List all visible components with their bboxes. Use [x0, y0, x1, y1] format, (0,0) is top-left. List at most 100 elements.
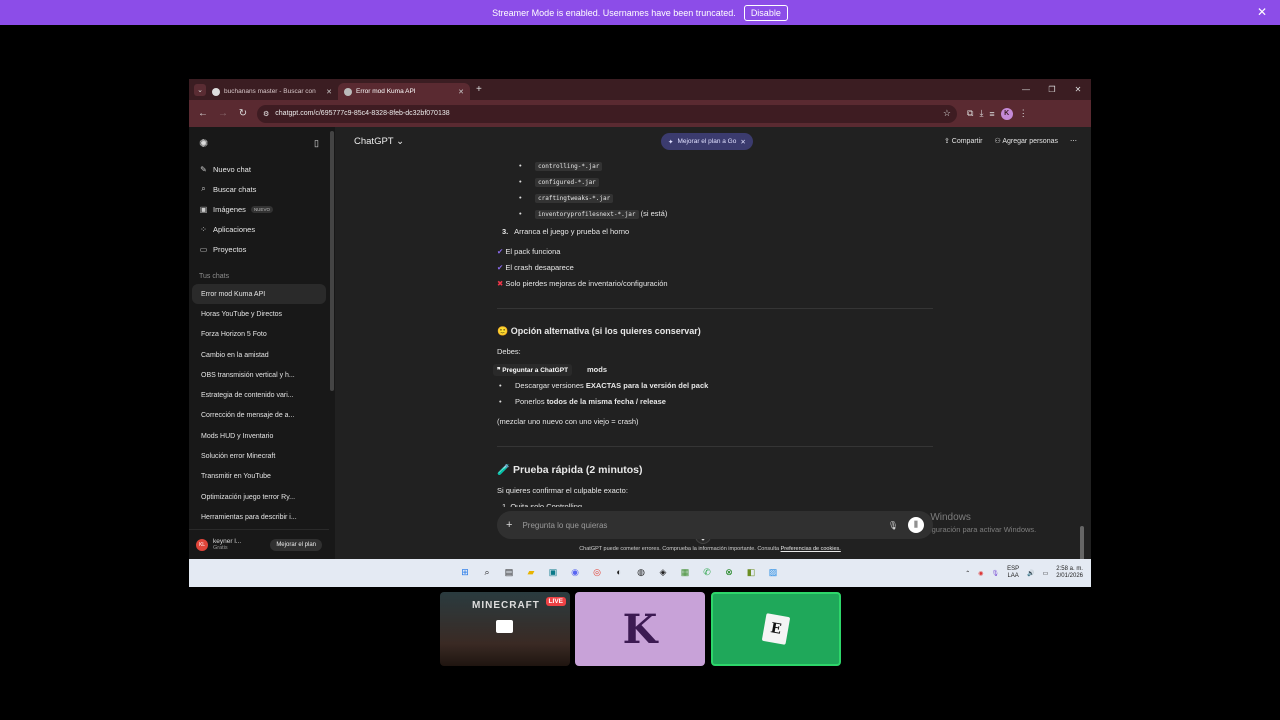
- projects-button[interactable]: ▭ Proyectos: [189, 239, 329, 259]
- chat-item[interactable]: Horas YouTube y Directos: [192, 304, 326, 324]
- sidebar-toggle-icon[interactable]: ▯: [314, 138, 319, 149]
- tab-chatgpt[interactable]: Error mod Kuma API ✕: [338, 83, 470, 100]
- extension-icon[interactable]: ≡: [989, 109, 994, 119]
- participant-tile-k[interactable]: K: [575, 592, 705, 666]
- chat-item[interactable]: Estrategia de contenido vari...: [192, 385, 326, 405]
- clock-time: 2:58 a. m.: [1056, 566, 1083, 572]
- reload-icon[interactable]: ↻: [233, 108, 253, 119]
- bookmark-star-icon[interactable]: ☆: [943, 108, 951, 119]
- chrome-icon[interactable]: ◎: [589, 564, 605, 580]
- menu-icon[interactable]: ⋮: [1019, 108, 1028, 119]
- chat-item[interactable]: Transmitir en YouTube: [192, 467, 326, 487]
- volume-icon[interactable]: 🔊: [1027, 570, 1034, 577]
- close-window-icon[interactable]: ✕: [1065, 79, 1091, 100]
- chat-item[interactable]: Corrección de mensaje de a...: [192, 406, 326, 426]
- search-icon[interactable]: ⌕: [479, 564, 495, 580]
- chats-section-label: Tus chats: [199, 273, 230, 280]
- upgrade-plan-button[interactable]: Mejorar el plan: [270, 538, 322, 551]
- profile-avatar[interactable]: K: [1000, 107, 1013, 120]
- clock-date: 2/01/2026: [1056, 573, 1083, 579]
- chat-item[interactable]: Forza Horizon 5 Foto: [192, 325, 326, 345]
- chat-item[interactable]: Error mod Kuma API: [192, 284, 326, 305]
- chat-item[interactable]: Mods HUD y Inventario: [192, 426, 326, 446]
- openai-logo-icon[interactable]: ✺: [199, 137, 208, 150]
- check-icon: ✔: [497, 263, 504, 272]
- grass-block-icon[interactable]: ◧: [743, 564, 759, 580]
- mic-icon[interactable]: 🎙: [888, 521, 898, 530]
- pill-label: Mejorar el plan a Go: [677, 138, 737, 145]
- ask-chatgpt-tooltip[interactable]: ❞ Preguntar a ChatGPT: [493, 364, 573, 376]
- prompt-input[interactable]: Pregunta lo que quieras: [522, 521, 607, 530]
- steam-icon[interactable]: ◐: [611, 564, 627, 580]
- code-inline: configured-*.jar: [535, 178, 599, 187]
- download-icon[interactable]: ⤓: [979, 108, 983, 119]
- add-people-button[interactable]: ⚇ Agregar personas: [995, 137, 1059, 145]
- windows-start-icon[interactable]: ⊞: [457, 564, 473, 580]
- chat-item[interactable]: Solución error Minecraft: [192, 446, 326, 466]
- apps-icon: ⁘: [200, 224, 207, 234]
- extensions-icon[interactable]: ⧉: [967, 108, 973, 119]
- tray-app-icon[interactable]: ◉: [978, 570, 983, 577]
- store-icon[interactable]: ▣: [545, 564, 561, 580]
- site-info-icon[interactable]: ⚙: [263, 110, 269, 118]
- battery-icon[interactable]: ▭: [1043, 570, 1049, 577]
- new-chat-button[interactable]: ✎ Nuevo chat: [189, 159, 329, 179]
- back-icon[interactable]: ←: [193, 108, 213, 119]
- disable-button[interactable]: Disable: [743, 4, 788, 21]
- numbered-step: 1. Quita solo Controlling: [502, 502, 583, 507]
- model-selector[interactable]: ChatGPT ⌄: [354, 136, 404, 147]
- chevron-up-icon[interactable]: ⌃: [965, 570, 970, 577]
- restore-icon[interactable]: ❐: [1039, 79, 1065, 100]
- chat-scrollbar[interactable]: [1079, 179, 1085, 587]
- minecraft-icon[interactable]: ▦: [677, 564, 693, 580]
- new-tab-icon[interactable]: +: [476, 84, 482, 95]
- lang-secondary: LAA: [1007, 573, 1019, 579]
- chat-item[interactable]: Optimización juego terror Ry...: [192, 487, 326, 507]
- task-view-icon[interactable]: ▤: [501, 564, 517, 580]
- participant-tile-e[interactable]: E: [711, 592, 841, 666]
- close-icon[interactable]: ✕: [326, 88, 332, 96]
- list-item: controlling-*.jar: [519, 161, 603, 171]
- xbox-icon[interactable]: ⊗: [721, 564, 737, 580]
- app-icon[interactable]: ▨: [765, 564, 781, 580]
- plus-icon[interactable]: +: [506, 519, 512, 531]
- stream-tile-minecraft[interactable]: MINECRAFT LIVE: [440, 592, 570, 666]
- tab-google[interactable]: buchanans master - Buscar con ✕: [206, 83, 338, 100]
- unity-icon[interactable]: ◈: [655, 564, 671, 580]
- chat-item[interactable]: OBS transmisión vertical y h...: [192, 365, 326, 385]
- file-explorer-icon[interactable]: ▰: [523, 564, 539, 580]
- scrollbar-thumb[interactable]: [330, 131, 334, 391]
- cookie-preferences-link[interactable]: Preferencias de cookies.: [781, 546, 841, 552]
- obs-icon[interactable]: ◍: [633, 564, 649, 580]
- upgrade-go-pill[interactable]: ✦ Mejorar el plan a Go ✕: [661, 133, 753, 150]
- prompt-composer[interactable]: + Pregunta lo que quieras 🎙 ⫼: [497, 511, 933, 539]
- person-add-icon: ⚇: [994, 138, 1001, 145]
- clock[interactable]: 2:58 a. m. 2/01/2026: [1056, 566, 1083, 580]
- apps-button[interactable]: ⁘ Aplicaciones: [189, 219, 329, 239]
- forward-icon[interactable]: →: [213, 108, 233, 119]
- language-indicator[interactable]: ESP LAA: [1007, 566, 1019, 580]
- browser-window: ⌄ buchanans master - Buscar con ✕ Error …: [189, 79, 1091, 587]
- search-chats-button[interactable]: ⌕ Buscar chats: [189, 179, 329, 199]
- paragraph: Debes:: [497, 347, 521, 356]
- whatsapp-icon[interactable]: ✆: [699, 564, 715, 580]
- chat-item[interactable]: Herramientas para describir i...: [192, 507, 326, 527]
- close-icon[interactable]: ✕: [458, 88, 464, 96]
- close-icon[interactable]: ✕: [1257, 5, 1267, 19]
- disclaimer-text: ChatGPT puede cometer errores. Comprueba…: [579, 546, 781, 552]
- user-profile[interactable]: KL keyner l... Gratis Mejorar el plan: [189, 529, 329, 559]
- close-icon[interactable]: ✕: [740, 138, 745, 146]
- images-button[interactable]: ▣ Imágenes NUEVO: [189, 199, 329, 219]
- chat-item[interactable]: Cambio en la amistad: [192, 345, 326, 365]
- share-button[interactable]: ⇪ Compartir: [944, 137, 983, 145]
- more-options-icon[interactable]: ⋯: [1070, 137, 1077, 145]
- voice-mode-icon[interactable]: ⫼: [908, 517, 924, 533]
- disclaimer: ChatGPT puede cometer errores. Comprueba…: [335, 546, 1085, 552]
- tab-search-icon[interactable]: ⌄: [194, 83, 206, 96]
- url-text: chatgpt.com/c/695777c9-85c4-8328-8feb-dc…: [275, 110, 450, 117]
- participant-avatar: E: [761, 613, 791, 645]
- discord-icon[interactable]: ◉: [567, 564, 583, 580]
- mic-tray-icon[interactable]: 🎙: [992, 570, 1000, 577]
- url-field[interactable]: ⚙ chatgpt.com/c/695777c9-85c4-8328-8feb-…: [257, 104, 957, 123]
- minimize-icon[interactable]: —: [1013, 79, 1039, 100]
